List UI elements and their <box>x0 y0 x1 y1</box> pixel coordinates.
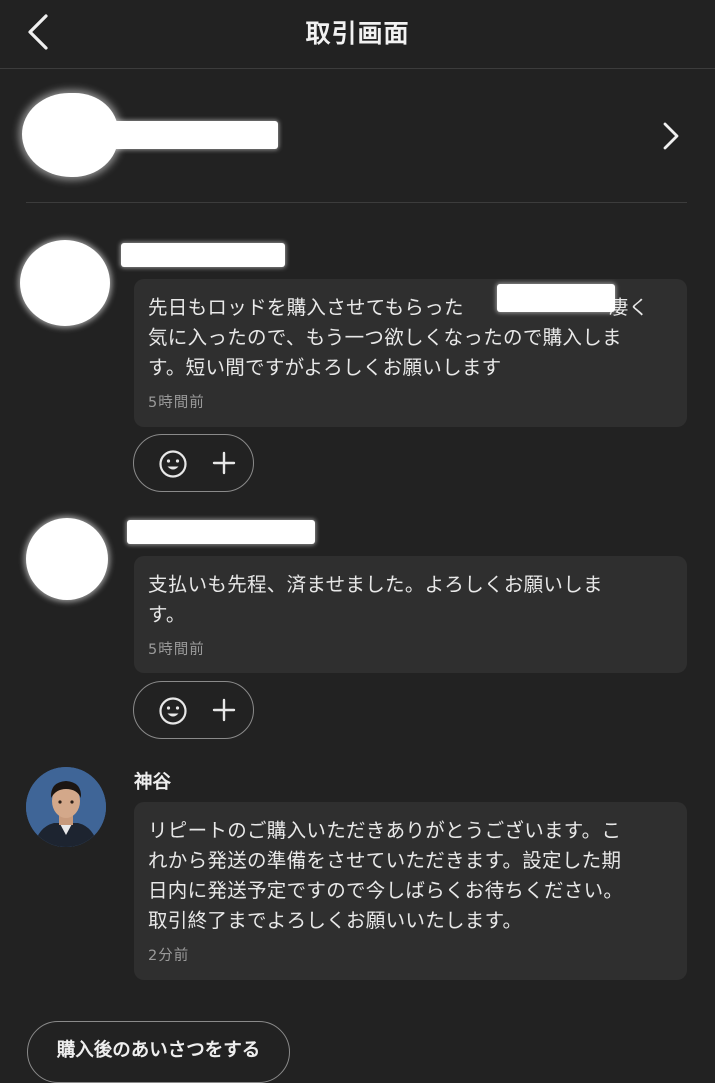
message-text: リピートのご購入いただきありがとうございます。こ れから発送の準備をさせていただ… <box>148 819 624 932</box>
divider <box>26 202 687 203</box>
message-timestamp: 2分前 <box>148 948 190 964</box>
plus-icon <box>212 451 236 475</box>
seller-avatar[interactable] <box>26 767 106 847</box>
person-photo-icon <box>26 767 106 847</box>
redacted-avatar <box>20 240 110 326</box>
redaction-mark <box>497 284 615 312</box>
redacted-avatar <box>26 518 108 600</box>
smile-icon <box>159 697 187 725</box>
message-timestamp: 5時間前 <box>148 395 205 411</box>
seller-name: 神谷 <box>134 772 172 793</box>
plus-icon <box>212 698 236 722</box>
reaction-button[interactable] <box>133 681 254 739</box>
message-text: 支払いも先程、済ませました。よろしくお願いしま す。 <box>148 573 603 626</box>
partner-profile-row[interactable] <box>0 69 715 203</box>
post-purchase-greeting-button[interactable]: 購入後のあいさつをする <box>27 1021 290 1083</box>
header-bar: 取引画面 <box>0 0 715 69</box>
chevron-right-icon <box>663 122 679 150</box>
message-bubble: リピートのご購入いただきありがとうございます。こ れから発送の準備をさせていただ… <box>134 802 687 980</box>
message-timestamp: 5時間前 <box>148 642 205 658</box>
reaction-button[interactable] <box>133 434 254 492</box>
redacted-username <box>127 520 315 544</box>
redacted-username <box>121 243 285 267</box>
page-title: 取引画面 <box>305 19 410 48</box>
smile-icon <box>159 450 187 478</box>
message-bubble: 支払いも先程、済ませました。よろしくお願いしま す。 5時間前 <box>134 556 687 673</box>
